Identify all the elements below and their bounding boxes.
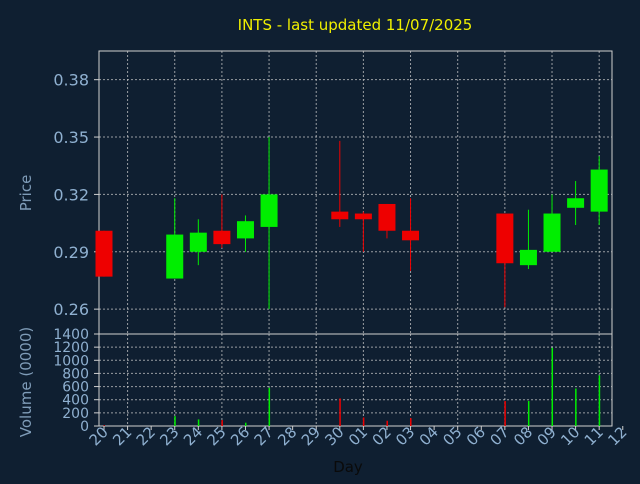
candle-body-08 [519, 249, 537, 266]
volume-bar-25 [221, 420, 223, 426]
volume-bar-30 [339, 398, 341, 426]
price-tick-label: 0.32 [53, 185, 89, 204]
volume-bar-26 [244, 422, 247, 426]
candle-body-27 [260, 194, 278, 227]
volume-bar-23 [174, 416, 176, 426]
candle-body-11 [590, 169, 608, 212]
candle-body-26 [236, 221, 254, 239]
volume-axis-label: Volume (0000) [17, 327, 35, 437]
chart-stage: INTS - last updated 11/07/2025 0.26 0.29 0… [0, 0, 640, 480]
candle-body-02 [378, 203, 396, 231]
volume-bar-11 [598, 375, 601, 426]
candlestick-chart: INTS - last updated 11/07/2025 0.26 0.29 0… [0, 0, 640, 480]
volume-bar-24 [197, 419, 200, 426]
candle-body-23 [166, 234, 184, 279]
candle-body-24 [189, 232, 207, 252]
candle-body-25 [213, 230, 231, 245]
price-tick-label: 0.35 [53, 128, 89, 147]
price-axis-label: Price [17, 175, 35, 212]
candle-body-09 [543, 213, 561, 252]
candle-body-01 [354, 213, 372, 220]
candle-body-07 [496, 213, 514, 264]
price-tick-label: 0.38 [53, 71, 89, 90]
volume-bar-08 [527, 401, 530, 426]
chart-title: INTS - last updated 11/07/2025 [238, 16, 473, 34]
candle-body-10 [567, 198, 585, 208]
volume-bar-20 [103, 425, 105, 426]
candle-body-20 [95, 230, 113, 277]
volume-bar-02 [386, 420, 388, 426]
volume-bar-10 [575, 388, 577, 426]
volume-bar-27 [268, 387, 271, 426]
volume-bar-03 [410, 418, 412, 426]
volume-bar-09 [551, 347, 554, 426]
volume-tick-label: 1400 [53, 327, 89, 343]
volume-bar-07 [504, 401, 506, 426]
candle-body-30 [331, 211, 349, 220]
x-axis-label: Day [333, 458, 363, 476]
x-axis: 2021222324252627282930010203040506070809… [86, 423, 631, 449]
price-tick-label: 0.29 [53, 243, 89, 262]
volume-bar-01 [362, 417, 365, 426]
candle-body-03 [402, 230, 420, 241]
price-tick-label: 0.26 [53, 300, 89, 319]
